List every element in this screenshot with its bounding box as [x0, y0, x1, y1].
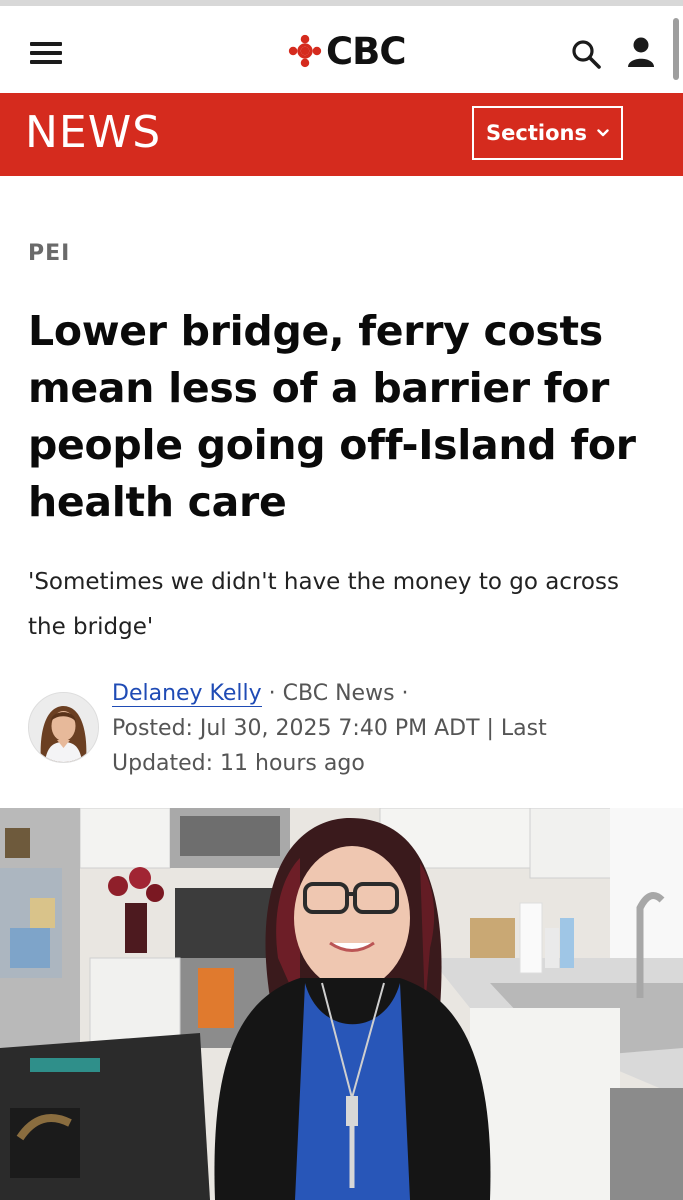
news-bar: NEWS Sections — [0, 93, 683, 176]
chevron-down-icon — [597, 129, 609, 137]
sections-button[interactable]: Sections — [472, 106, 623, 160]
byline-separator: · — [268, 681, 283, 706]
author-avatar — [28, 692, 99, 763]
news-section-title[interactable]: NEWS — [25, 107, 161, 158]
cbc-gem-logo — [288, 34, 322, 68]
article-deck: 'Sometimes we didn't have the money to g… — [28, 569, 619, 640]
user-icon[interactable] — [626, 36, 656, 68]
hero-photo[interactable] — [0, 808, 683, 1200]
article-headline: Lower bridge, ferry costs mean less of a… — [28, 307, 636, 526]
scrollbar-thumb[interactable] — [673, 18, 679, 80]
search-icon[interactable] — [570, 38, 602, 70]
hamburger-menu-icon[interactable] — [30, 42, 62, 64]
byline-separator: · — [394, 681, 409, 706]
outlet-name: CBC News — [282, 681, 395, 706]
article-category[interactable]: PEI — [28, 241, 70, 266]
author-link[interactable]: Delaney Kelly — [112, 681, 262, 707]
sections-button-label: Sections — [486, 121, 587, 145]
byline: Delaney Kelly · CBC News · Posted: Jul 3… — [112, 676, 642, 781]
posted-timestamp: Posted: Jul 30, 2025 7:40 PM ADT | Last … — [112, 716, 547, 776]
top-bar: CBC — [0, 0, 683, 93]
cbc-logo[interactable]: CBC — [288, 28, 407, 74]
brand-name: CBC — [326, 29, 407, 73]
